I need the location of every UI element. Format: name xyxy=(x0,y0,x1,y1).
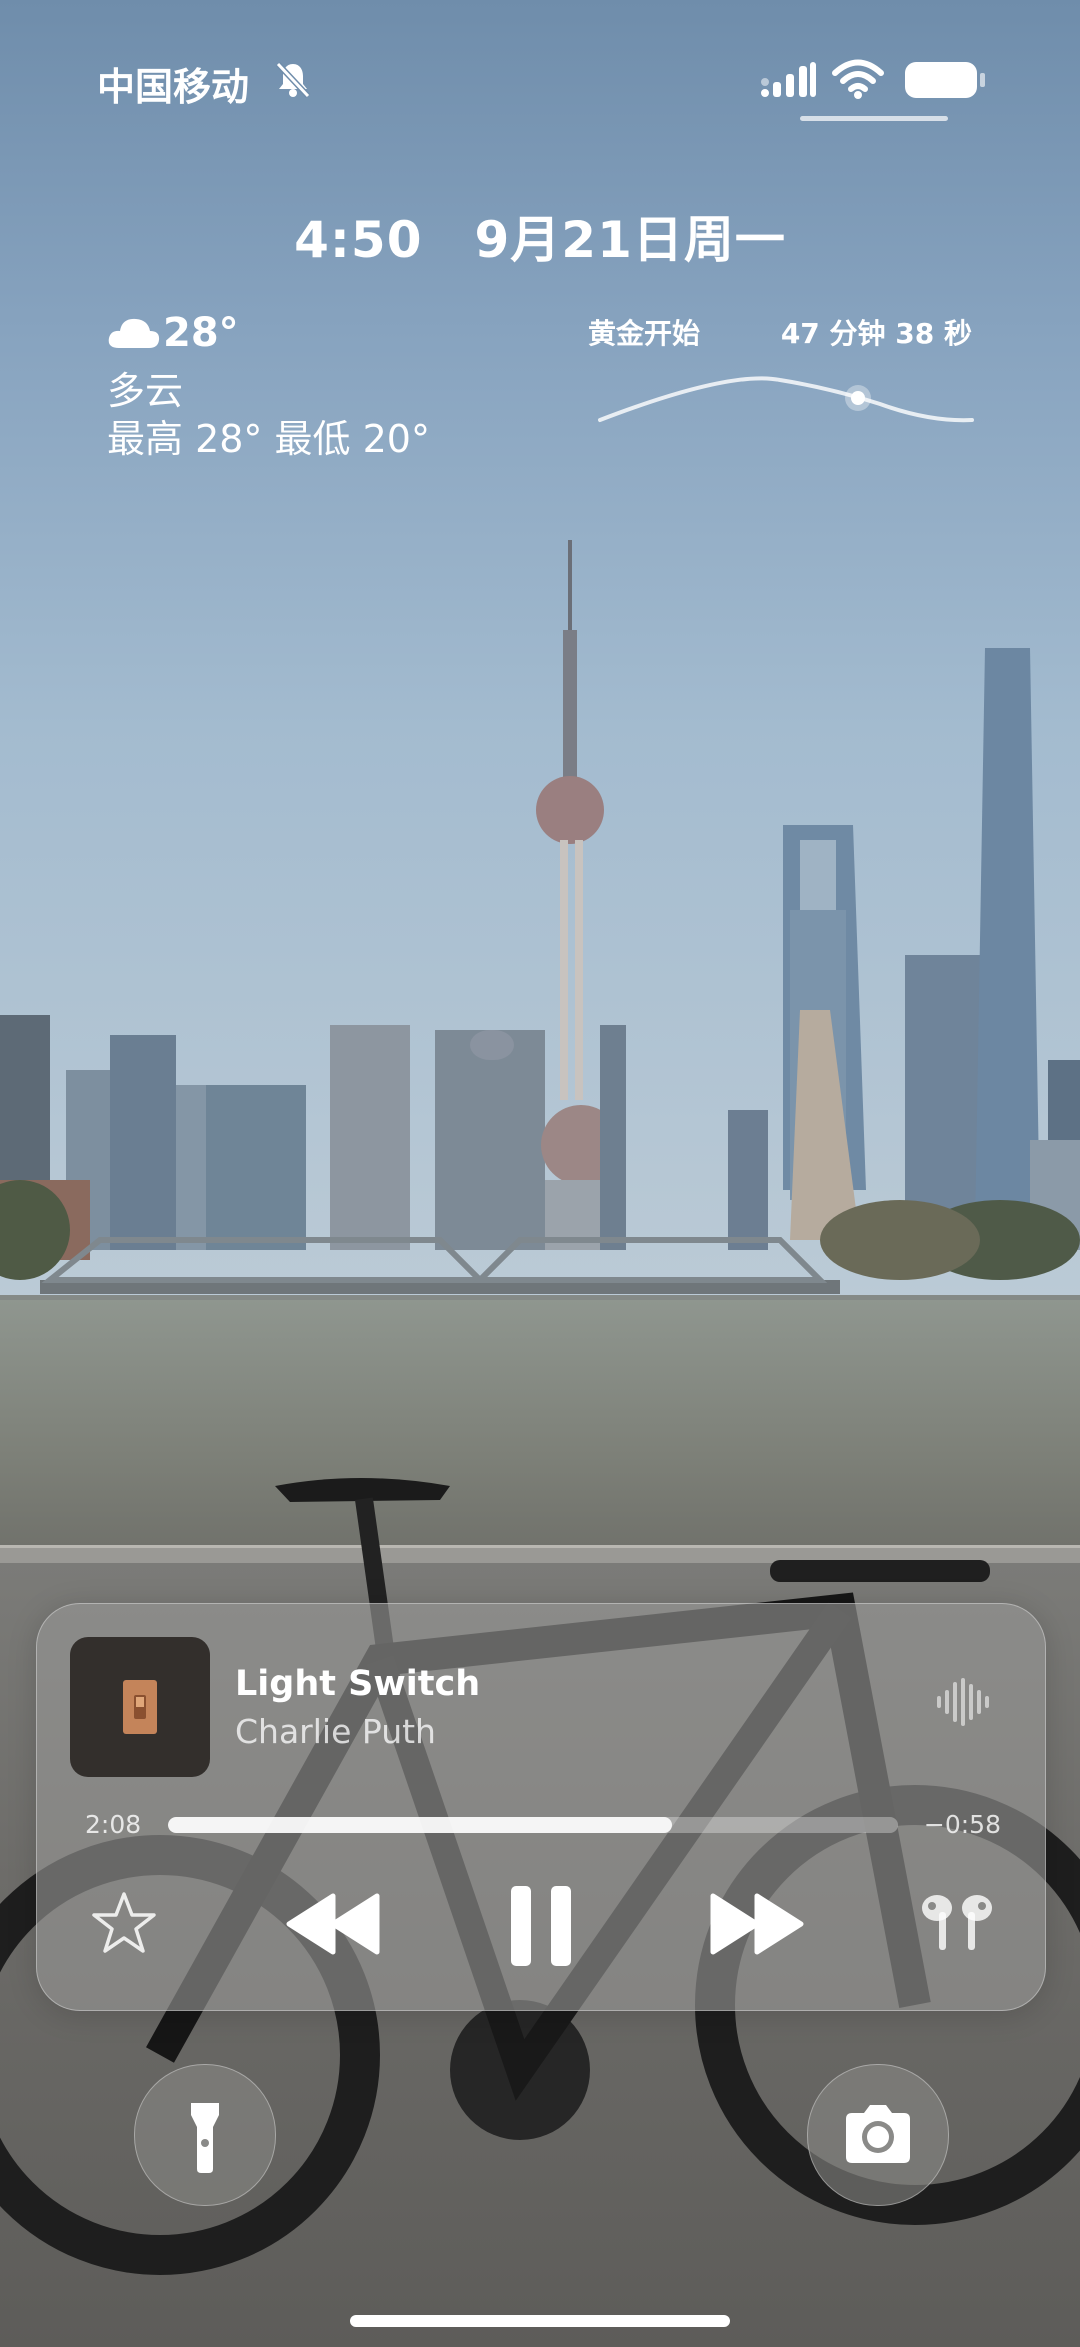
sun-curve-graphic xyxy=(598,376,974,423)
weather-range: 最高 28° 最低 20° xyxy=(107,417,430,461)
camera-button[interactable] xyxy=(807,2064,949,2206)
rewind-icon[interactable] xyxy=(283,1892,383,1956)
cloud-icon xyxy=(108,318,160,348)
flashlight-button[interactable] xyxy=(134,2064,276,2206)
flashlight-icon xyxy=(191,2103,219,2173)
carrier-name: 中国移动 xyxy=(97,65,250,109)
golden-hour-widget[interactable]: 黄金开始 47 分钟 38 秒 xyxy=(580,310,980,440)
lock-time: 4:50 xyxy=(294,211,423,269)
bell-slash-icon xyxy=(275,61,311,99)
waveform-icon[interactable] xyxy=(935,1674,991,1730)
city-skyline-image xyxy=(0,540,1080,1320)
weather-widget[interactable]: 28° 多云 最高 28° 最低 20° xyxy=(107,310,467,470)
home-indicator[interactable] xyxy=(350,2315,730,2327)
fast-forward-icon[interactable] xyxy=(707,1892,807,1956)
airpods-icon[interactable] xyxy=(917,1888,997,1956)
playback-scrubber[interactable] xyxy=(168,1817,898,1833)
album-artwork[interactable] xyxy=(70,1637,210,1777)
pause-icon[interactable] xyxy=(507,1884,575,1968)
lock-date: 9月21日周一 xyxy=(474,211,786,269)
star-icon[interactable] xyxy=(91,1890,157,1956)
weather-temperature: 28° xyxy=(163,310,239,356)
camera-icon xyxy=(846,2105,910,2163)
elapsed-time: 2:08 xyxy=(85,1810,142,1839)
golden-hour-remaining: 47 分钟 38 秒 xyxy=(780,317,972,350)
lock-screen-datetime: 4:50 9月21日周一 xyxy=(0,200,1080,270)
status-indicator-pill xyxy=(800,116,948,121)
battery-icon xyxy=(905,62,985,98)
track-title: Light Switch xyxy=(235,1664,481,1704)
light-switch-artwork xyxy=(123,1680,157,1734)
track-artist: Charlie Puth xyxy=(235,1712,436,1751)
remaining-time: −0:58 xyxy=(923,1810,1001,1839)
status-bar: 中国移动 xyxy=(0,0,1080,130)
playback-progress-fill xyxy=(168,1817,672,1833)
golden-hour-label: 黄金开始 xyxy=(588,317,701,350)
now-playing-card[interactable]: Light Switch Charlie Puth 2:08 −0:58 xyxy=(36,1603,1046,2011)
wifi-icon xyxy=(832,59,884,99)
weather-condition: 多云 xyxy=(107,369,184,413)
cellular-signal-icon xyxy=(761,62,816,97)
